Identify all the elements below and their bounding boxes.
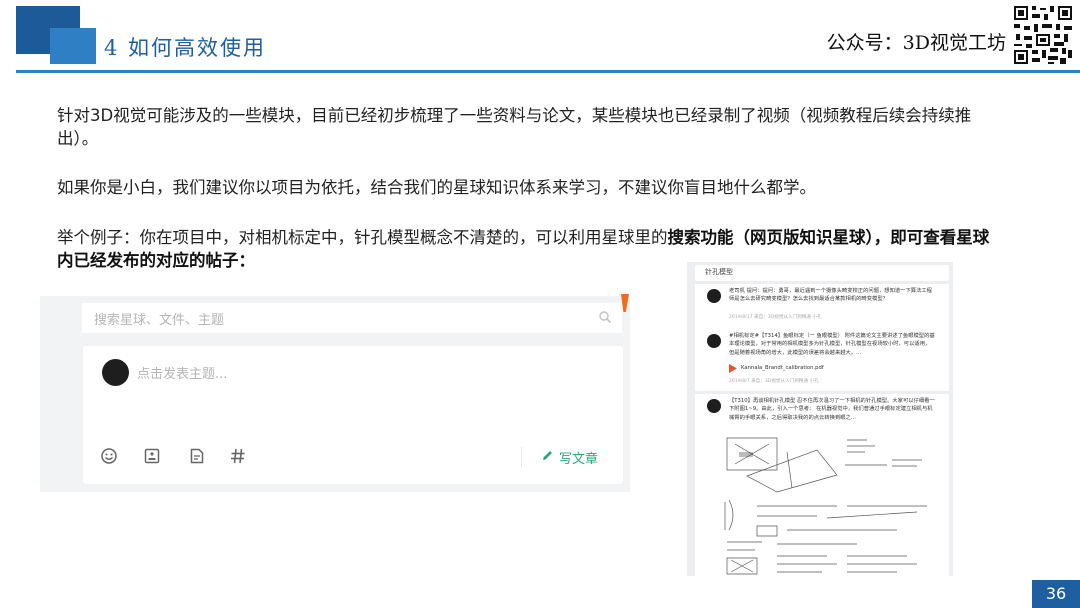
image-icon[interactable] bbox=[143, 447, 161, 465]
search-results-header: 针孔模型 bbox=[695, 265, 949, 281]
result-post-2[interactable]: #相机标定#【T314】鱼眼标定（一 鱼眼模型） 附件这篇论文主要讲述了鱼眼模型… bbox=[695, 329, 949, 391]
header-decor-square-light bbox=[50, 28, 96, 64]
avatar bbox=[102, 359, 129, 386]
result-post-text: #相机标定#【T314】鱼眼标定（一 鱼眼模型） 附件这篇论文主要讲述了鱼眼模型… bbox=[729, 333, 935, 356]
brand-label: 公众号：3D视觉工坊 bbox=[826, 32, 1006, 54]
write-article-button[interactable]: 写文章 bbox=[559, 448, 598, 467]
compose-post-input[interactable]: 点击发表主题... bbox=[137, 363, 227, 382]
emoji-icon[interactable] bbox=[100, 447, 118, 465]
result-post-3[interactable]: 【T310】再谈相机针孔模型 忍不住再次温习了一下相机的针孔模型。大家可以仔细看… bbox=[695, 394, 949, 576]
search-input[interactable]: 搜索星球、文件、主题 bbox=[94, 309, 224, 328]
planet-search-bar[interactable]: 搜索星球、文件、主题 bbox=[82, 303, 622, 333]
section-title: 4 如何高效使用 bbox=[104, 36, 267, 60]
file-icon[interactable] bbox=[188, 447, 206, 465]
hashtag-icon[interactable] bbox=[229, 447, 247, 465]
qr-code-icon bbox=[1012, 4, 1074, 66]
search-icon[interactable] bbox=[598, 310, 612, 324]
pencil-icon[interactable] bbox=[541, 449, 554, 462]
avatar bbox=[707, 399, 721, 413]
paragraph-beginner: 如果你是小白，我们建议你以项目为依托，结合我们的星球知识体系来学习，不建议你盲目… bbox=[57, 178, 816, 197]
result-post-text: 【T310】再谈相机针孔模型 忍不住再次温习了一下相机的针孔模型。大家可以仔细看… bbox=[729, 398, 935, 421]
paragraph-modules: 针对3D视觉可能涉及的一些模块，目前已经初步梳理了一些资料与论文，某些模块也已经… bbox=[57, 106, 972, 148]
handwritten-notes-image[interactable] bbox=[717, 430, 935, 576]
result-post-text: 老司机 提问：提问：勇哥，最近遇到一个摄像头畸变校正的问题，想知道一下算法工程师… bbox=[729, 288, 932, 303]
toolbar-divider bbox=[521, 447, 522, 467]
page-number: 36 bbox=[1032, 580, 1080, 608]
result-post-meta: 2019/8/17 来自：3D视觉从入门到精通 小孔 bbox=[729, 315, 822, 320]
result-post-1[interactable]: 老司机 提问：提问：勇哥，最近遇到一个摄像头畸变校正的问题，想知道一下算法工程师… bbox=[695, 284, 949, 334]
paragraph-example-normal: 举个例子：你在项目中，对相机标定中，针孔模型概念不清楚的，可以利用星球里的 bbox=[57, 228, 668, 247]
result-post-meta: 2019/8/7 来自：3D视觉从入门到精通 小孔 bbox=[729, 379, 819, 384]
avatar bbox=[707, 289, 721, 303]
search-results-screenshot: 针孔模型 老司机 提问：提问：勇哥，最近遇到一个摄像头畸变校正的问题，想知道一下… bbox=[687, 262, 953, 576]
pdf-icon[interactable] bbox=[729, 364, 737, 373]
compose-post-box[interactable]: 点击发表主题... 写文章 bbox=[83, 346, 623, 484]
header-divider bbox=[16, 70, 1080, 73]
attachment-link[interactable]: Kannala_Brandt_calibration.pdf bbox=[741, 365, 824, 371]
avatar bbox=[707, 334, 721, 348]
search-term-label: 针孔模型 bbox=[705, 268, 733, 276]
